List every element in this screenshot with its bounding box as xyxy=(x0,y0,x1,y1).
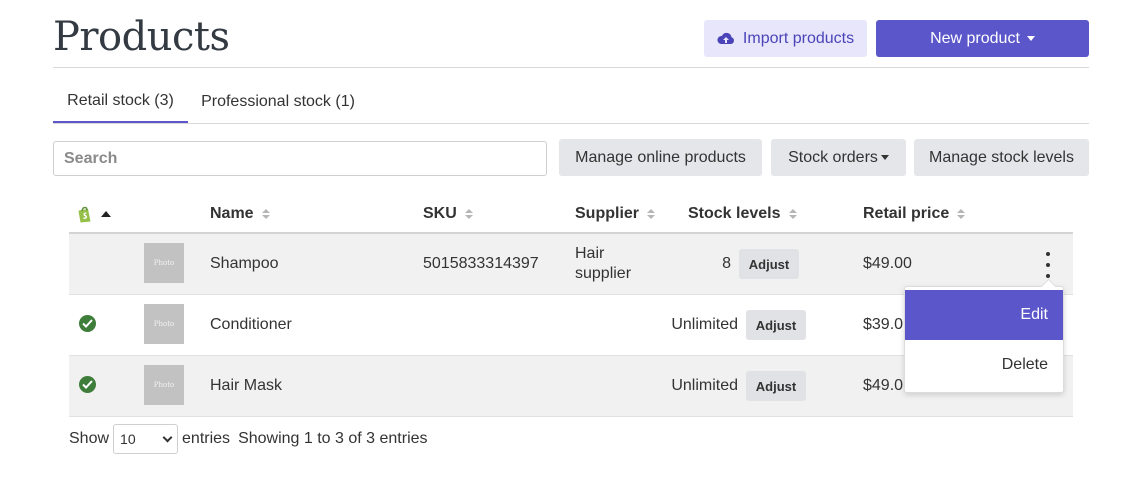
product-name: Hair Mask xyxy=(210,377,283,394)
header-divider xyxy=(53,67,1089,68)
page-size-value: 10 xyxy=(120,431,136,447)
table-footer: Show 10 entries Showing 1 to 3 of 3 entr… xyxy=(69,424,428,454)
more-options-icon[interactable] xyxy=(1041,252,1055,278)
sku-column-label: SKU xyxy=(423,205,457,222)
stock-level-value: Unlimited xyxy=(671,377,738,394)
manage-online-products-button[interactable]: Manage online products xyxy=(559,139,762,176)
cloud-upload-icon xyxy=(717,32,734,44)
sort-icon xyxy=(788,209,797,219)
supplier-line: Hair xyxy=(575,245,605,262)
product-price: $49.00 xyxy=(863,255,912,272)
caret-down-icon xyxy=(1026,36,1035,41)
product-supplier: Hair supplier xyxy=(575,234,631,294)
edit-menu-item[interactable]: Edit xyxy=(905,290,1063,340)
new-product-label: New product xyxy=(930,29,1020,47)
supplier-column-header[interactable]: Supplier xyxy=(575,196,656,232)
manage-stock-levels-button[interactable]: Manage stock levels xyxy=(914,139,1089,176)
shopify-icon xyxy=(78,206,91,222)
product-price: $39.0 xyxy=(863,316,904,333)
new-product-button[interactable]: New product xyxy=(876,20,1089,57)
product-price: $49.0 xyxy=(863,377,904,394)
chevron-down-icon xyxy=(162,432,173,442)
online-column-header[interactable] xyxy=(77,196,111,232)
supplier-line: supplier xyxy=(575,265,632,282)
product-photo: Photo xyxy=(144,365,184,405)
name-column-header[interactable]: Name xyxy=(210,196,270,232)
show-label: Show xyxy=(69,430,110,447)
online-check-icon xyxy=(79,315,96,332)
retail-price-column-label: Retail price xyxy=(863,205,950,222)
stock-level-value: Unlimited xyxy=(671,316,738,333)
stock-orders-label: Stock orders xyxy=(788,148,878,166)
row-actions-menu: Edit Delete xyxy=(904,286,1064,393)
adjust-button[interactable]: Adjust xyxy=(739,249,799,279)
search-input[interactable] xyxy=(53,141,547,176)
sku-column-header[interactable]: SKU xyxy=(423,196,473,232)
page-title: Products xyxy=(53,14,230,60)
tab-retail-stock[interactable]: Retail stock (3) xyxy=(53,80,188,124)
stock-levels-column-label: Stock levels xyxy=(688,205,781,222)
sort-icon xyxy=(647,209,656,219)
sort-icon xyxy=(464,209,473,219)
stock-level-cell: Unlimited Adjust xyxy=(649,356,806,416)
stock-level-value: 8 xyxy=(722,255,731,272)
import-products-button[interactable]: Import products xyxy=(704,20,867,57)
product-photo: Photo xyxy=(144,304,184,344)
tabs-divider xyxy=(53,123,1089,124)
product-name: Conditioner xyxy=(210,316,292,333)
product-photo: Photo xyxy=(144,243,184,283)
pagination-info: Showing 1 to 3 of 3 entries xyxy=(238,430,428,447)
name-column-label: Name xyxy=(210,205,254,222)
stock-levels-column-header[interactable]: Stock levels xyxy=(688,196,797,232)
delete-menu-item[interactable]: Delete xyxy=(905,340,1063,390)
online-check-icon xyxy=(79,376,96,393)
caret-down-icon xyxy=(880,155,889,160)
tab-professional-stock[interactable]: Professional stock (1) xyxy=(193,80,363,124)
product-name: Shampoo xyxy=(210,255,279,272)
adjust-button[interactable]: Adjust xyxy=(746,371,806,401)
stock-orders-button[interactable]: Stock orders xyxy=(771,139,906,176)
import-products-label: Import products xyxy=(742,29,855,47)
supplier-column-label: Supplier xyxy=(575,205,640,222)
stock-level-cell: 8 Adjust xyxy=(649,234,799,294)
entries-label: entries xyxy=(182,430,231,447)
sort-icon xyxy=(261,209,270,219)
table-header: Name SKU Supplier Stock levels Retail pr… xyxy=(69,196,1073,232)
sort-icon xyxy=(957,209,966,219)
adjust-button[interactable]: Adjust xyxy=(746,310,806,340)
retail-price-column-header[interactable]: Retail price xyxy=(863,196,966,232)
stock-level-cell: Unlimited Adjust xyxy=(649,295,806,355)
page-size-select[interactable]: 10 xyxy=(113,424,179,454)
sort-ascending-icon xyxy=(101,211,111,217)
product-sku: 5015833314397 xyxy=(423,255,539,272)
